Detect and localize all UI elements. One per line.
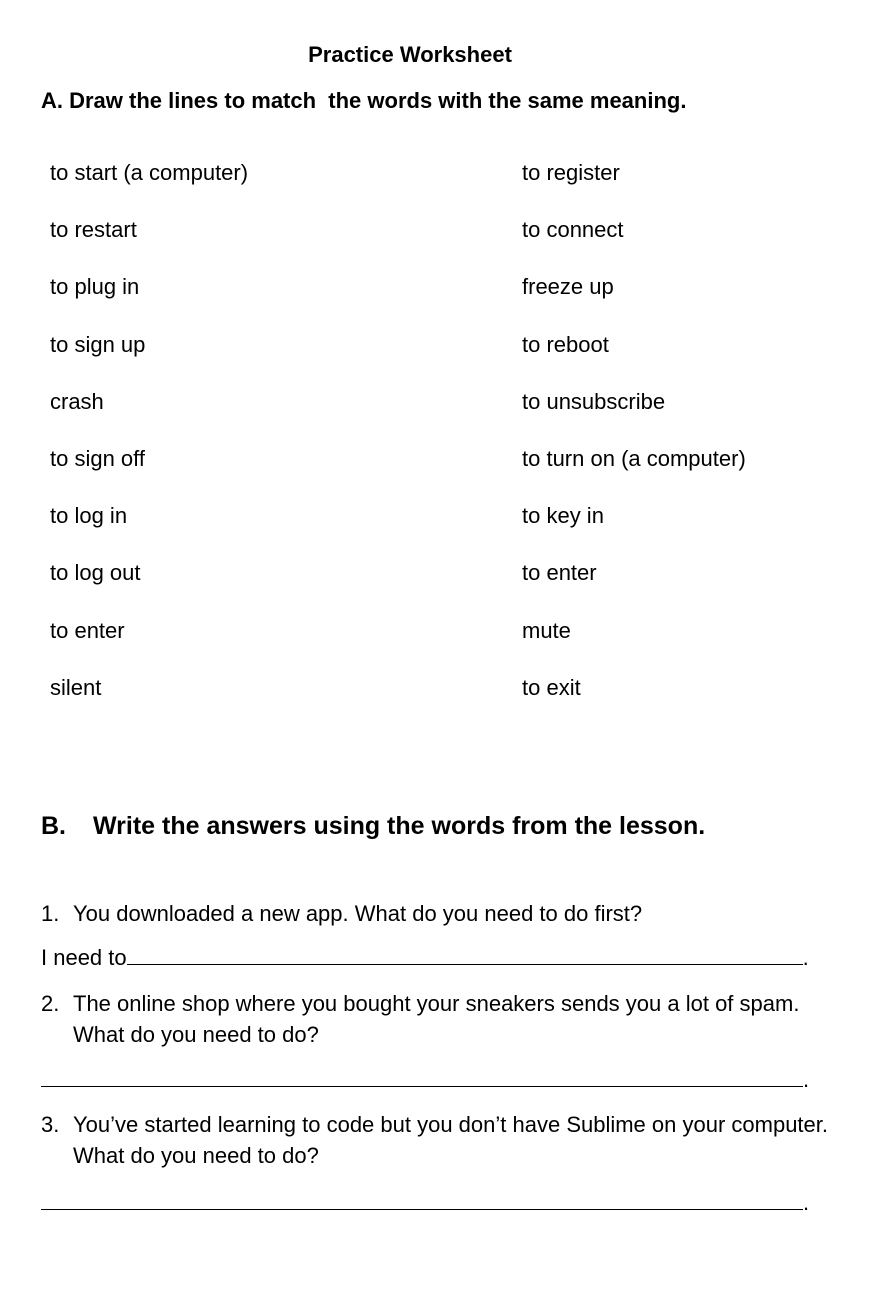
left-word: to plug in	[50, 274, 140, 300]
section-b-heading: B. Write the answers using the words from…	[41, 812, 705, 841]
left-word-column: to start (a computer) to restart to plug…	[50, 158, 248, 730]
question-3: 3. You’ve started learning to code but y…	[41, 1109, 831, 1171]
answer-line-3[interactable]: .	[41, 1189, 809, 1217]
right-word: to connect	[522, 217, 624, 243]
worksheet-title: Practice Worksheet	[308, 42, 512, 67]
right-word: to reboot	[522, 331, 609, 357]
left-word: to enter	[50, 617, 125, 643]
left-word: crash	[50, 388, 104, 414]
right-word: mute	[522, 617, 571, 643]
right-word: to unsubscribe	[522, 388, 666, 414]
answer-line-1[interactable]: I need to.	[41, 944, 809, 972]
section-b-number: B.	[41, 812, 66, 840]
question-number: 2.	[41, 991, 60, 1016]
left-word: to restart	[50, 217, 137, 243]
answer-line-2[interactable]: .	[41, 1066, 809, 1094]
left-word: to log in	[50, 503, 128, 529]
right-word: to enter	[522, 560, 597, 586]
right-word: to register	[522, 160, 620, 185]
section-a-heading: A. Draw the lines to match the words wit…	[41, 88, 687, 113]
left-word: to sign up	[50, 331, 146, 357]
left-word: to log out	[50, 560, 141, 586]
answer-prefix: I need to	[41, 945, 127, 970]
answer-blank[interactable]	[41, 1189, 803, 1210]
right-word: freeze up	[522, 274, 614, 300]
right-word: to turn on (a computer)	[522, 445, 746, 471]
answer-end: .	[803, 1067, 810, 1092]
question-text: The online shop where you bought your sn…	[73, 991, 800, 1047]
question-number: 1.	[41, 901, 60, 926]
right-word: to exit	[522, 674, 581, 700]
left-word: to start (a computer)	[50, 160, 249, 185]
right-word: to key in	[522, 503, 604, 529]
answer-end: .	[802, 945, 809, 970]
question-1: 1. You downloaded a new app. What do you…	[41, 898, 831, 929]
right-word-column: to register to connect freeze up to rebo…	[522, 158, 746, 730]
question-text: You downloaded a new app. What do you ne…	[73, 901, 643, 926]
question-number: 3.	[41, 1112, 60, 1137]
question-text: You’ve started learning to code but you …	[73, 1112, 829, 1168]
section-b-title: Write the answers using the words from t…	[93, 812, 706, 840]
answer-blank[interactable]	[41, 1066, 803, 1087]
answer-end: .	[803, 1190, 810, 1215]
answer-blank[interactable]	[126, 944, 803, 965]
left-word: to sign off	[50, 445, 145, 471]
question-2: 2. The online shop where you bought your…	[41, 988, 831, 1050]
left-word: silent	[50, 674, 102, 700]
